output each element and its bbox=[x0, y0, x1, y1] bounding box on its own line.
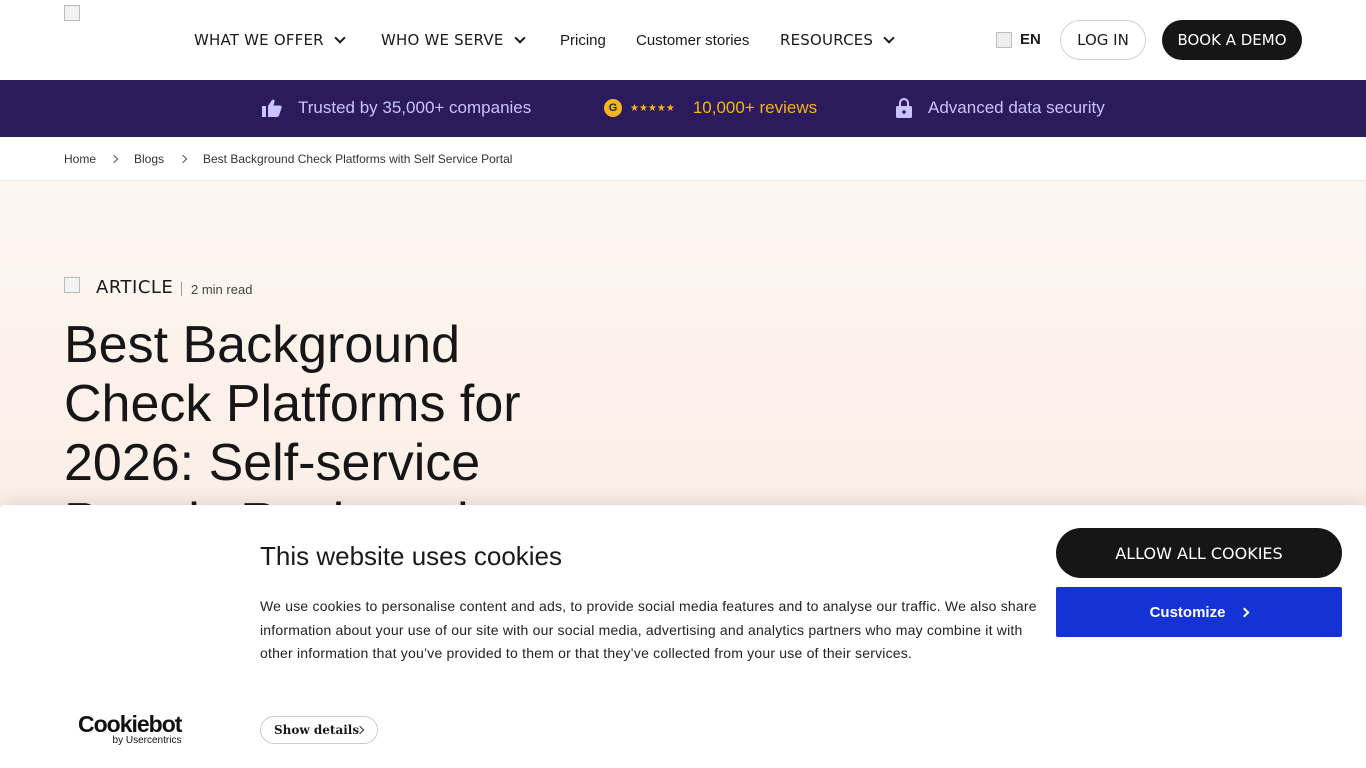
article-type-label: ARTICLE bbox=[96, 277, 174, 298]
customize-label: Customize bbox=[1149, 603, 1226, 621]
chevron-down-icon bbox=[513, 31, 526, 44]
nav-customer-stories[interactable]: Customer stories bbox=[636, 29, 749, 51]
top-navigation: WHAT WE OFFER WHO WE SERVE Pricing Custo… bbox=[0, 0, 1366, 80]
allow-all-cookies-button[interactable]: ALLOW ALL COOKIES bbox=[1056, 528, 1342, 578]
article-hero: ARTICLE 2 min read Best Background Check… bbox=[0, 181, 1366, 551]
language-label: EN bbox=[1020, 31, 1041, 48]
nav-pricing[interactable]: Pricing bbox=[560, 29, 606, 51]
thumbs-up-icon bbox=[262, 99, 282, 117]
customize-button[interactable]: Customize bbox=[1056, 587, 1342, 637]
meta-divider bbox=[181, 282, 182, 296]
g2-icon: G bbox=[604, 99, 622, 117]
trust-reviews-text: 10,000+ reviews bbox=[692, 98, 818, 117]
cookie-banner: This website uses cookies We use cookies… bbox=[0, 505, 1366, 768]
nav-item-label: WHAT WE OFFER bbox=[194, 31, 324, 49]
trust-companies-text: Trusted by 35,000+ companies bbox=[298, 98, 532, 117]
chevron-down-icon bbox=[334, 31, 346, 44]
article-icon bbox=[64, 277, 80, 293]
flag-icon bbox=[996, 31, 1012, 48]
lock-icon bbox=[896, 98, 912, 118]
rating-stars: ★★★★★ bbox=[630, 102, 675, 114]
chevron-right-icon bbox=[109, 154, 119, 164]
cookie-description: We use cookies to personalise content an… bbox=[260, 598, 1037, 661]
breadcrumb-current: Best Background Check Platforms with Sel… bbox=[203, 152, 513, 166]
nav-resources[interactable]: RESOURCES bbox=[780, 29, 895, 51]
nav-item-label: WHO WE SERVE bbox=[381, 31, 504, 49]
show-details-label: Show details bbox=[274, 723, 360, 737]
trust-security: Advanced data security bbox=[896, 98, 1105, 118]
chevron-right-icon bbox=[1239, 607, 1250, 617]
nav-item-label: Pricing bbox=[560, 31, 606, 49]
book-demo-button[interactable]: BOOK A DEMO bbox=[1162, 20, 1302, 60]
nav-item-label: Customer stories bbox=[636, 31, 750, 49]
cookie-title: This website uses cookies bbox=[260, 541, 563, 571]
language-selector[interactable]: EN bbox=[996, 31, 1041, 48]
show-details-button[interactable]: Show details bbox=[260, 716, 378, 744]
site-logo-image[interactable] bbox=[64, 5, 80, 21]
nav-what-we-offer[interactable]: WHAT WE OFFER bbox=[194, 29, 346, 51]
chevron-down-icon bbox=[883, 31, 895, 44]
login-button[interactable]: LOG IN bbox=[1060, 20, 1146, 60]
breadcrumb: Home Blogs Best Background Check Platfor… bbox=[0, 137, 1366, 181]
cookiebot-wordmark: Cookiebot bbox=[78, 711, 182, 737]
trust-security-text: Advanced data security bbox=[928, 98, 1105, 117]
read-time: 2 min read bbox=[191, 282, 253, 297]
trust-bar: Trusted by 35,000+ companies G ★★★★★ 10,… bbox=[0, 80, 1366, 137]
trust-companies: Trusted by 35,000+ companies bbox=[262, 98, 531, 118]
breadcrumb-blogs[interactable]: Blogs bbox=[134, 152, 164, 166]
cookiebot-logo[interactable]: Cookiebot by Usercentrics bbox=[78, 711, 182, 747]
breadcrumb-home[interactable]: Home bbox=[64, 152, 96, 166]
nav-item-label: RESOURCES bbox=[780, 31, 874, 49]
trust-reviews: G ★★★★★ 10,000+ reviews bbox=[604, 98, 817, 118]
nav-who-we-serve[interactable]: WHO WE SERVE bbox=[381, 29, 526, 51]
chevron-right-icon bbox=[178, 154, 188, 164]
